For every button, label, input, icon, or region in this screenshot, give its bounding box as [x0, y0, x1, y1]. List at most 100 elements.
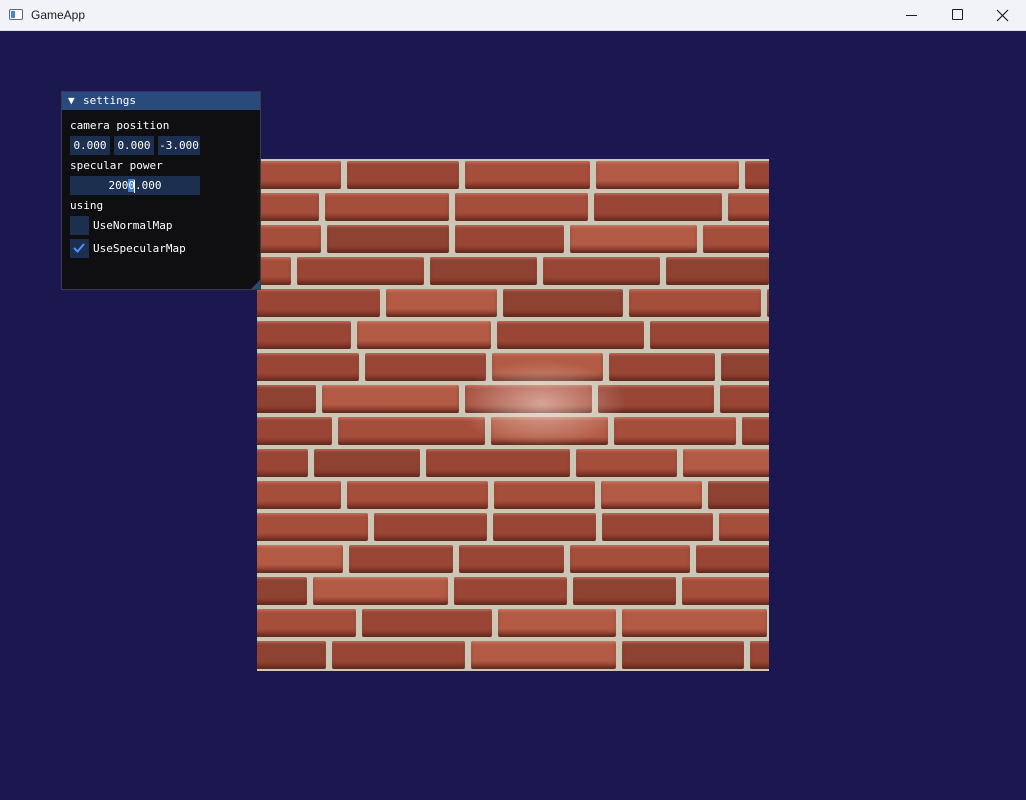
brick	[650, 321, 769, 349]
render-viewport[interactable]: ▼ settings camera position 0.000 0.000 -…	[1, 31, 1025, 799]
brick	[455, 225, 564, 253]
brick	[622, 641, 744, 669]
brick	[491, 417, 608, 445]
brick	[325, 193, 449, 221]
brick	[745, 161, 769, 189]
minimize-button[interactable]	[888, 0, 934, 31]
brick	[347, 481, 488, 509]
brick	[576, 449, 677, 477]
close-button[interactable]	[980, 0, 1026, 31]
brick-wall	[257, 159, 769, 671]
brick	[362, 609, 492, 637]
brick	[465, 385, 592, 413]
brick	[728, 193, 769, 221]
maximize-button[interactable]	[934, 0, 980, 31]
brick	[257, 257, 291, 285]
brick	[720, 385, 769, 413]
brick	[767, 289, 769, 317]
brick	[543, 257, 660, 285]
brick	[257, 385, 316, 413]
brick	[257, 161, 341, 189]
brick	[696, 545, 769, 573]
brick	[682, 577, 769, 605]
camera-position-label: camera position	[70, 119, 170, 132]
brick	[313, 577, 448, 605]
close-icon	[996, 9, 1009, 22]
brick	[494, 481, 595, 509]
using-label: using	[70, 199, 104, 212]
brick	[703, 225, 769, 253]
settings-title-bar[interactable]: ▼ settings	[62, 92, 260, 110]
brick	[596, 161, 739, 189]
triangle-down-icon[interactable]: ▼	[68, 94, 75, 107]
brick	[570, 225, 697, 253]
brick	[430, 257, 537, 285]
brick	[492, 353, 603, 381]
specular-power-label: specular power	[70, 159, 163, 172]
brick	[459, 545, 564, 573]
brick	[622, 609, 767, 637]
brick	[257, 545, 343, 573]
app-icon	[9, 9, 23, 20]
brick	[257, 449, 308, 477]
brick	[601, 481, 702, 509]
brick	[497, 321, 644, 349]
brick	[338, 417, 485, 445]
brick	[426, 449, 570, 477]
brick	[708, 481, 769, 509]
brick	[365, 353, 486, 381]
check-icon	[73, 243, 85, 253]
brick	[750, 641, 769, 669]
brick	[719, 513, 769, 541]
brick	[332, 641, 465, 669]
brick	[257, 225, 321, 253]
use-specular-map-checkbox[interactable]	[70, 239, 89, 258]
use-normal-map-checkbox[interactable]	[70, 216, 89, 235]
brick	[386, 289, 497, 317]
use-specular-map-label: UseSpecularMap	[93, 242, 186, 255]
brick	[602, 513, 713, 541]
brick	[465, 161, 590, 189]
brick	[347, 161, 459, 189]
brick	[327, 225, 449, 253]
brick	[629, 289, 761, 317]
brick	[349, 545, 453, 573]
settings-window[interactable]: ▼ settings camera position 0.000 0.000 -…	[61, 91, 261, 290]
brick	[721, 353, 769, 381]
use-normal-map-label: UseNormalMap	[93, 219, 173, 232]
camera-z-field[interactable]: -3.000	[158, 136, 200, 155]
brick	[257, 609, 356, 637]
brick	[257, 513, 368, 541]
brick	[742, 417, 769, 445]
brick	[257, 289, 380, 317]
brick	[683, 449, 769, 477]
brick	[257, 577, 307, 605]
brick	[455, 193, 588, 221]
brick	[570, 545, 690, 573]
brick	[257, 353, 359, 381]
specular-power-field[interactable]: 2000.000	[70, 176, 200, 195]
brick	[257, 417, 332, 445]
brick	[257, 481, 341, 509]
brick	[314, 449, 420, 477]
brick	[454, 577, 567, 605]
camera-x-field[interactable]: 0.000	[70, 136, 110, 155]
brick	[257, 321, 351, 349]
brick	[573, 577, 676, 605]
brick	[498, 609, 616, 637]
window-title-bar: GameApp	[0, 0, 1026, 31]
brick	[594, 193, 722, 221]
brick	[614, 417, 736, 445]
brick	[297, 257, 424, 285]
brick	[257, 641, 326, 669]
brick	[471, 641, 616, 669]
brick	[357, 321, 491, 349]
settings-title: settings	[83, 94, 136, 107]
brick	[503, 289, 623, 317]
brick	[322, 385, 459, 413]
brick	[598, 385, 714, 413]
resize-grip[interactable]	[251, 280, 260, 289]
camera-y-field[interactable]: 0.000	[114, 136, 154, 155]
window-title: GameApp	[31, 8, 86, 22]
brick	[493, 513, 596, 541]
